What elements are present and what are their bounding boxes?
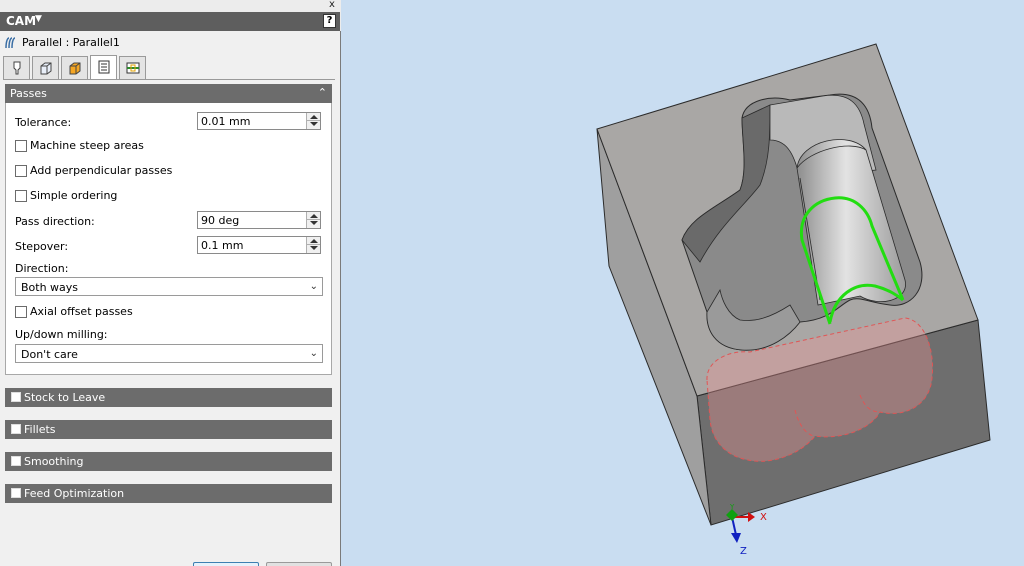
chevron-down-icon: ⌄ — [309, 281, 318, 292]
chevron-up-icon[interactable]: ⌃ — [318, 86, 327, 99]
stock-to-leave-header[interactable]: Stock to Leave — [5, 388, 332, 407]
axial-offset-label: Axial offset passes — [30, 305, 133, 318]
smoothing-label: Smoothing — [24, 455, 84, 468]
panel-close-button[interactable]: x — [329, 0, 335, 10]
stock-model[interactable] — [342, 0, 1024, 566]
feed-optimization-header[interactable]: Feed Optimization — [5, 484, 332, 503]
stepover-value: 0.1 mm — [201, 239, 244, 252]
triad-x-arrow — [748, 512, 755, 522]
cam-title-bar[interactable]: CAM ▼ ? — [0, 12, 340, 31]
fillets-header[interactable]: Fillets — [5, 420, 332, 439]
direction-label: Direction: — [15, 262, 69, 275]
pass-direction-value: 90 deg — [201, 214, 240, 227]
passes-icon — [98, 60, 110, 74]
3d-viewport[interactable]: X Y Z — [342, 0, 1024, 566]
cancel-button[interactable] — [266, 562, 332, 566]
fillets-checkbox[interactable] — [11, 424, 21, 434]
tool-icon — [13, 61, 21, 75]
smoothing-header[interactable]: Smoothing — [5, 452, 332, 471]
tab-passes[interactable] — [90, 55, 117, 80]
tolerance-field[interactable]: 0.01 mm — [197, 112, 321, 130]
stepover-label: Stepover: — [15, 240, 69, 253]
direction-value: Both ways — [21, 281, 79, 294]
triad-z-arrow — [731, 533, 741, 543]
pass-direction-label: Pass direction: — [15, 215, 95, 228]
panel-titlebar: x CAM ▼ ? — [0, 0, 341, 31]
tab-geometry[interactable] — [32, 56, 59, 79]
machine-steep-label: Machine steep areas — [30, 139, 144, 152]
parallel-operation-icon — [5, 37, 16, 49]
checkbox-box[interactable] — [15, 190, 27, 202]
tolerance-value: 0.01 mm — [201, 115, 251, 128]
pass-direction-field[interactable]: 90 deg — [197, 211, 321, 229]
ok-button[interactable] — [193, 562, 259, 566]
heights-icon — [69, 62, 81, 75]
settings-tabs — [3, 55, 339, 80]
pass-direction-spinner[interactable] — [306, 212, 320, 228]
smoothing-checkbox[interactable] — [11, 456, 21, 466]
direction-select[interactable]: Both ways ⌄ — [15, 277, 323, 296]
help-button[interactable]: ? — [323, 14, 336, 28]
axis-triad: X Y Z — [726, 503, 767, 557]
tab-linking[interactable] — [119, 56, 146, 79]
cam-panel: x CAM ▼ ? Parallel : Parallel1 Passes ⌃ … — [0, 0, 341, 566]
stock-to-leave-label: Stock to Leave — [24, 391, 106, 404]
triad-x-label: X — [760, 512, 767, 523]
triad-y-label: Y — [729, 503, 735, 511]
triad-z-label: Z — [740, 546, 747, 557]
tab-divider — [3, 79, 335, 80]
stock-to-leave-checkbox[interactable] — [11, 392, 21, 402]
feed-optimization-checkbox[interactable] — [11, 488, 21, 498]
geometry-icon — [40, 62, 52, 75]
stepover-spinner[interactable] — [306, 237, 320, 253]
updown-milling-select[interactable]: Don't care ⌄ — [15, 344, 323, 363]
add-perpendicular-label: Add perpendicular passes — [30, 164, 173, 177]
checkbox-box[interactable] — [15, 140, 27, 152]
chevron-down-icon: ▼ — [35, 14, 42, 24]
checkbox-box[interactable] — [15, 165, 27, 177]
fillets-label: Fillets — [24, 423, 56, 436]
tolerance-spinner[interactable] — [306, 113, 320, 129]
checkbox-box[interactable] — [15, 306, 27, 318]
updown-milling-label: Up/down milling: — [15, 328, 108, 341]
tab-tool[interactable] — [3, 56, 30, 79]
tab-heights[interactable] — [61, 56, 88, 79]
chevron-down-icon: ⌄ — [309, 348, 318, 359]
passes-header[interactable]: Passes ⌃ — [5, 84, 332, 103]
passes-header-label: Passes — [10, 87, 47, 100]
operation-name: Parallel : Parallel1 — [22, 36, 120, 49]
linking-icon — [126, 62, 140, 74]
simple-ordering-label: Simple ordering — [30, 189, 118, 202]
stepover-field[interactable]: 0.1 mm — [197, 236, 321, 254]
tolerance-label: Tolerance: — [15, 116, 72, 129]
feed-optimization-label: Feed Optimization — [24, 487, 125, 500]
updown-milling-value: Don't care — [21, 348, 78, 361]
cam-title: CAM — [6, 14, 37, 28]
